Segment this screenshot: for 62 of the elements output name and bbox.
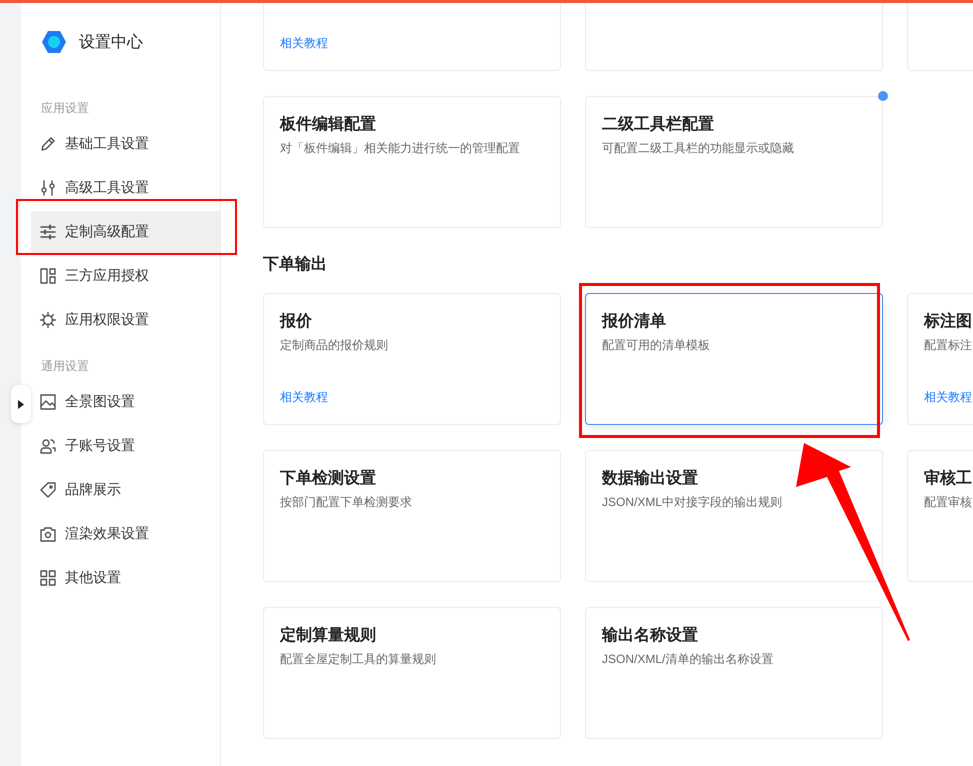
settings-card[interactable]: 审核工 配置审核 — [907, 450, 973, 582]
image-icon — [39, 393, 57, 411]
card-description: 配置可用的清单模板 — [602, 337, 711, 354]
tag-icon — [39, 481, 57, 499]
card-title: 报价 — [280, 312, 313, 332]
sidebar-item[interactable]: 三方应用授权 — [31, 255, 220, 297]
card-title: 二级工具栏配置 — [602, 114, 715, 135]
sidebar-item[interactable]: 其他设置 — [31, 557, 220, 599]
sidebar-item[interactable]: 应用权限设置 — [31, 299, 220, 341]
sidebar-item[interactable]: 基础工具设置 — [31, 123, 220, 165]
section-heading: 下单输出 — [263, 255, 328, 275]
card-title: 标注图 — [924, 311, 973, 332]
card-description: 可配置二级工具栏的功能显示或隐藏 — [602, 140, 795, 157]
settings-card[interactable]: 相关教程 — [263, 0, 561, 71]
settings-card[interactable]: 板件编辑配置 对「板件编辑」相关能力进行统一的管理配置 — [263, 96, 561, 228]
card-description: 对「板件编辑」相关能力进行统一的管理配置 — [280, 140, 521, 157]
card-title: 报价清单 — [602, 312, 667, 332]
sidebar-title: 设置中心 — [79, 32, 143, 52]
sidebar-item[interactable]: 高级工具设置 — [31, 167, 220, 209]
sliders-icon — [39, 179, 57, 197]
card-title: 审核工 — [924, 468, 973, 489]
sidebar-item[interactable]: 定制高级配置 — [31, 211, 220, 253]
card-description: 配置审核 — [924, 494, 973, 511]
group-label: 应用设置 — [40, 100, 90, 117]
adjustments-icon — [39, 223, 57, 241]
sidebar-item[interactable]: 子账号设置 — [31, 425, 220, 467]
sidebar-item[interactable]: 渲染效果设置 — [31, 513, 220, 555]
settings-card[interactable]: 报价清单 配置可用的清单模板 — [585, 293, 883, 425]
users-icon — [39, 437, 57, 455]
settings-card[interactable]: 二级工具栏配置 可配置二级工具栏的功能显示或隐藏 — [585, 96, 883, 228]
settings-card[interactable]: 下单检测设置 按部门配置下单检测要求 — [263, 450, 561, 582]
group-label: 通用设置 — [40, 358, 90, 375]
card-description: JSON/XML中对接字段的输出规则 — [602, 494, 784, 511]
card-description: 按部门配置下单检测要求 — [280, 494, 413, 511]
tutorial-link[interactable]: 相关教程 — [280, 35, 328, 52]
sidebar-item[interactable]: 品牌展示 — [31, 469, 220, 511]
camera-icon — [39, 525, 57, 543]
card-description: JSON/XML/清单的输出名称设置 — [602, 651, 774, 668]
grid-icon — [39, 569, 57, 587]
card-title: 定制算量规则 — [280, 625, 377, 646]
notification-dot — [878, 91, 888, 101]
card-title: 数据输出设置 — [602, 468, 699, 489]
play-triangle-icon — [18, 400, 24, 408]
expand-handle[interactable] — [11, 385, 31, 423]
layout-icon — [39, 267, 57, 285]
tutorial-link[interactable]: 相关教程 — [924, 389, 972, 406]
settings-card[interactable]: 标注图 配置标注 相关教程 — [907, 293, 973, 425]
card-title: 板件编辑配置 — [280, 114, 377, 135]
settings-card[interactable]: 输出名称设置 JSON/XML/清单的输出名称设置 — [585, 607, 883, 739]
tutorial-link[interactable]: 相关教程 — [280, 389, 328, 406]
hexagon-logo-icon — [41, 30, 67, 54]
settings-card[interactable]: 报价 定制商品的报价规则 相关教程 — [263, 293, 561, 425]
settings-card[interactable]: 数据输出设置 JSON/XML中对接字段的输出规则 — [585, 450, 883, 582]
card-title: 下单检测设置 — [280, 468, 377, 489]
sidebar-item[interactable]: 全景图设置 — [31, 381, 220, 423]
card-description: 定制商品的报价规则 — [280, 337, 389, 354]
pencil-icon — [39, 135, 57, 153]
settings-icon — [39, 311, 57, 329]
card-title: 输出名称设置 — [602, 626, 699, 646]
card-description: 配置标注 — [924, 337, 973, 354]
settings-card[interactable]: 定制算量规则 配置全屋定制工具的算量规则 — [263, 607, 561, 739]
card-description: 配置全屋定制工具的算量规则 — [280, 651, 437, 668]
